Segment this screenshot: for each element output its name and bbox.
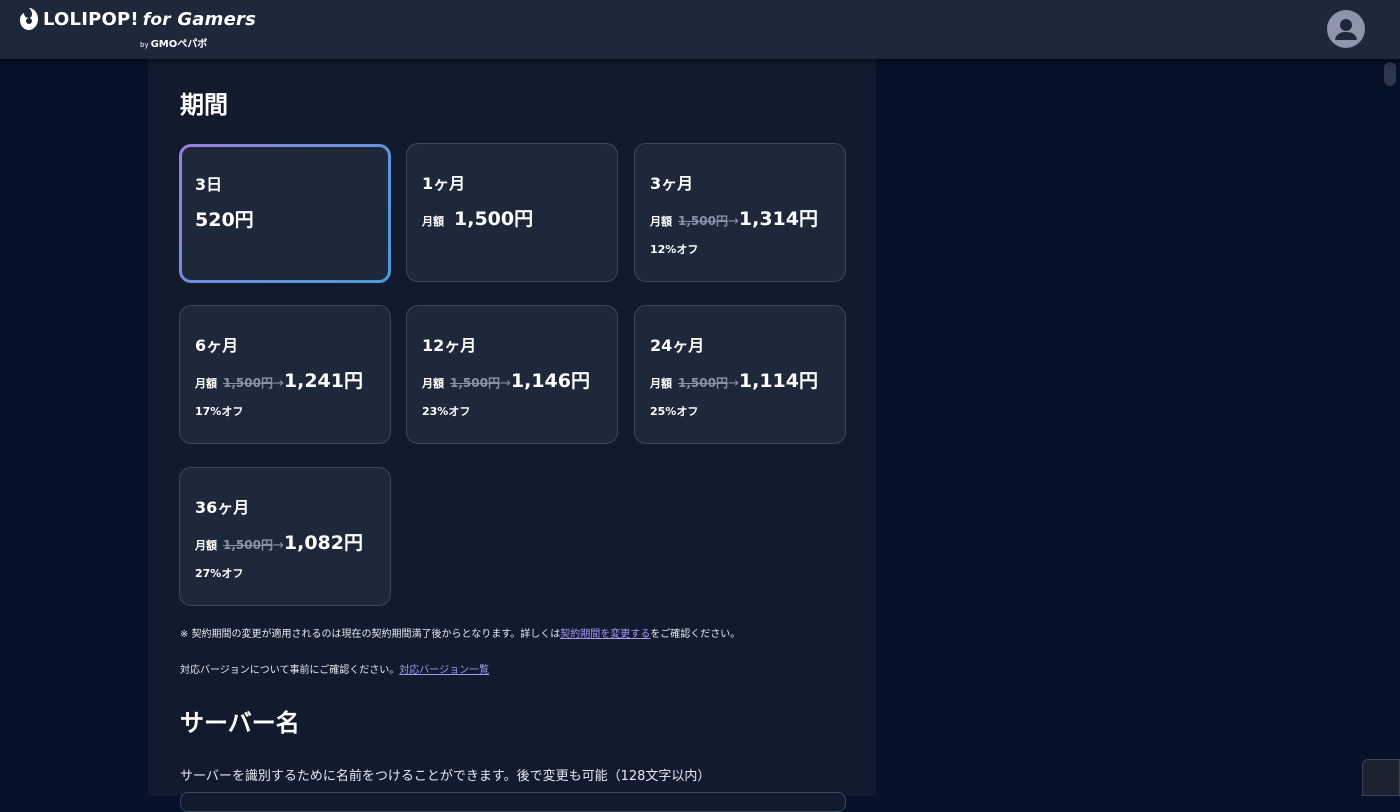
floating-widget-button[interactable] <box>1362 759 1400 796</box>
plan-monthly-label: 月額 <box>650 215 672 228</box>
price-arrow: → <box>727 376 739 391</box>
plan-original-price: 1,500円 <box>223 538 273 552</box>
price-arrow: → <box>272 538 284 553</box>
plan-price: 1,241円 <box>283 370 363 392</box>
plan-card-12months[interactable]: 12ヶ月 月額 1,500円 → 1,146円 23%オフ <box>406 305 618 444</box>
plan-discount: 12%オフ <box>650 243 699 256</box>
user-avatar-icon <box>1335 19 1357 40</box>
plan-discount: 23%オフ <box>422 405 471 418</box>
page-scrollbar[interactable] <box>1383 59 1400 796</box>
plan-monthly-label: 月額 <box>650 377 672 390</box>
logo-for-text: for <box>142 10 171 30</box>
logo-wordmark: LOLIPOP! for Gamers <box>43 9 256 30</box>
logo-company: by GMOペパボ <box>140 35 207 50</box>
plan-price-line: 月額 1,500円 → 1,314円 <box>650 204 818 231</box>
logo-gamers-text: Gamers <box>177 9 257 30</box>
server-name-heading: サーバー名 <box>180 709 300 737</box>
logo-company-text: GMOペパボ <box>150 39 208 50</box>
plan-price-line: 月額 1,500円 → 1,146円 <box>422 366 590 393</box>
plan-original-price: 1,500円 <box>450 376 500 390</box>
plan-price-line: 月額 1,500円 → 1,114円 <box>650 366 818 393</box>
server-name-input[interactable] <box>180 792 846 812</box>
plan-card-1month[interactable]: 1ヶ月 月額 1,500円 <box>406 143 618 282</box>
plan-price: 1,114円 <box>738 370 818 392</box>
plan-original-price: 1,500円 <box>223 376 273 390</box>
plan-card-36months[interactable]: 36ヶ月 月額 1,500円 → 1,082円 27%オフ <box>179 467 391 606</box>
top-navigation-bar: LOLIPOP! for Gamers by GMOペパボ <box>0 0 1400 59</box>
plan-card-24months[interactable]: 24ヶ月 月額 1,500円 → 1,114円 25%オフ <box>634 305 846 444</box>
plan-discount: 17%オフ <box>195 405 244 418</box>
plan-price-line: 月額 1,500円 <box>422 204 533 231</box>
plan-title: 12ヶ月 <box>422 336 477 355</box>
user-avatar-button[interactable] <box>1327 10 1365 48</box>
plan-monthly-label: 月額 <box>422 215 444 228</box>
server-name-description: サーバーを識別するために名前をつけることができます。後で変更も可能（128文字以… <box>180 769 711 784</box>
plan-title: 3ヶ月 <box>650 174 694 193</box>
price-arrow: → <box>727 214 739 229</box>
plan-title: 36ヶ月 <box>195 498 250 517</box>
period-heading: 期間 <box>180 91 228 119</box>
price-arrow: → <box>499 376 511 391</box>
logo-main-text: LOLIPOP! <box>43 9 139 30</box>
note-prefix-text: ※ 契約期間の変更が適用されるのは現在の契約期間満了後からとなります。詳しくは <box>180 629 561 640</box>
supported-versions-link[interactable]: 対応バージョン一覧 <box>399 665 489 676</box>
plan-card-3days[interactable]: 3日 520円 <box>179 144 391 283</box>
plan-price: 520円 <box>195 209 254 231</box>
price-arrow: → <box>272 376 284 391</box>
scrollbar-thumb[interactable] <box>1384 62 1396 86</box>
logo-by-text: by <box>140 41 149 49</box>
plan-title: 3日 <box>195 175 223 194</box>
plan-monthly-label: 月額 <box>422 377 444 390</box>
plan-original-price: 1,500円 <box>678 376 728 390</box>
plan-title: 24ヶ月 <box>650 336 705 355</box>
plan-price-line: 月額 1,500円 → 1,241円 <box>195 366 363 393</box>
plan-price: 1,314円 <box>738 208 818 230</box>
change-period-link[interactable]: 契約期間を変更する <box>560 629 650 640</box>
period-change-note: ※ 契約期間の変更が適用されるのは現在の契約期間満了後からとなります。詳しくは契… <box>180 625 740 640</box>
plan-price-line: 月額 1,500円 → 1,082円 <box>195 528 363 555</box>
plan-card-6months[interactable]: 6ヶ月 月額 1,500円 → 1,241円 17%オフ <box>179 305 391 444</box>
version-note-text: 対応バージョンについて事前にご確認ください。 <box>180 665 400 676</box>
note-suffix-text: をご確認ください。 <box>650 629 741 640</box>
plan-monthly-label: 月額 <box>195 539 217 552</box>
plan-title: 6ヶ月 <box>195 336 239 355</box>
plan-price: 1,082円 <box>283 532 363 554</box>
plan-discount: 27%オフ <box>195 567 244 580</box>
plan-original-price: 1,500円 <box>678 214 728 228</box>
plan-monthly-label: 月額 <box>195 377 217 390</box>
plan-discount: 25%オフ <box>650 405 699 418</box>
plan-title: 1ヶ月 <box>422 174 466 193</box>
plan-price: 1,500円 <box>454 208 534 230</box>
lolipop-logo[interactable]: LOLIPOP! for Gamers by GMOペパボ <box>18 7 258 51</box>
lolipop-logo-icon <box>20 8 38 30</box>
plan-card-3months[interactable]: 3ヶ月 月額 1,500円 → 1,314円 12%オフ <box>634 143 846 282</box>
plan-price: 1,146円 <box>510 370 590 392</box>
version-note: 対応バージョンについて事前にご確認ください。対応バージョン一覧 <box>180 661 489 676</box>
plan-price-line: 520円 <box>195 205 254 232</box>
